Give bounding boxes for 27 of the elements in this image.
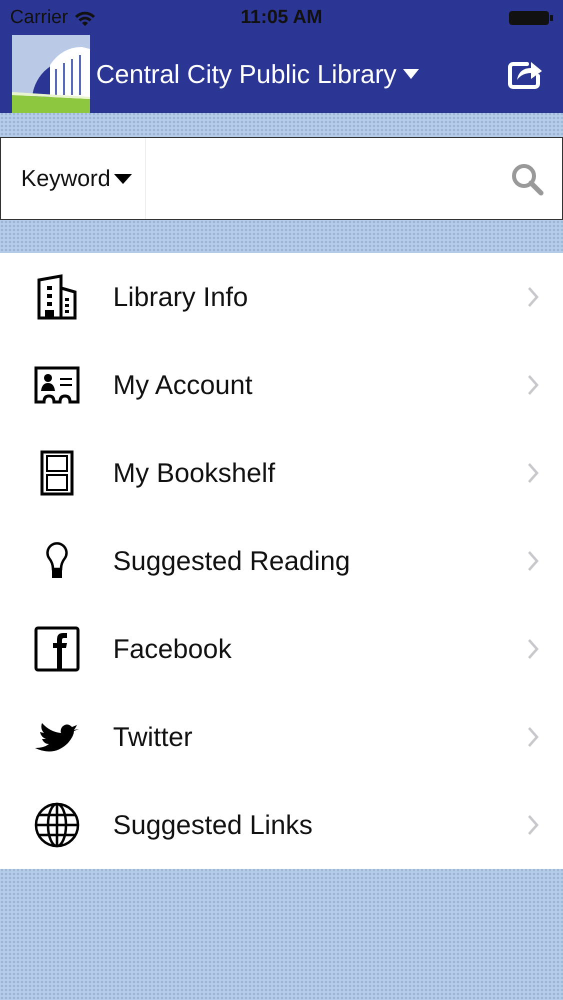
id-card-icon xyxy=(34,366,80,404)
chevron-icon xyxy=(527,550,539,572)
chevron-icon xyxy=(527,462,539,484)
lightbulb-icon xyxy=(46,541,68,581)
chevron-icon xyxy=(527,726,539,748)
clock-time: 11:05 AM xyxy=(240,6,322,28)
dropdown-caret-icon[interactable] xyxy=(402,68,419,80)
building-icon xyxy=(36,274,78,320)
bird-icon xyxy=(34,721,80,753)
battery-icon xyxy=(509,10,553,26)
menu-item[interactable]: My Bookshelf xyxy=(0,429,563,517)
menu-item[interactable]: My Account xyxy=(0,341,563,429)
chevron-icon xyxy=(527,814,539,836)
menu-item[interactable]: Suggested Links xyxy=(0,781,563,869)
chevron-icon xyxy=(527,638,539,660)
chevron-icon xyxy=(527,286,539,308)
facebook-icon xyxy=(34,626,80,672)
carrier-name: Carrier xyxy=(10,6,68,28)
wifi-icon xyxy=(74,10,96,26)
menu-item[interactable]: Facebook xyxy=(0,605,563,693)
menu-item[interactable]: Suggested Reading xyxy=(0,517,563,605)
menu-item[interactable]: Library Info xyxy=(0,253,563,341)
bookshelf-icon xyxy=(40,450,74,496)
chevron-icon xyxy=(527,374,539,396)
library-name[interactable]: Central City Public Library xyxy=(96,58,397,90)
menu-item[interactable]: Twitter xyxy=(0,693,563,781)
globe-icon xyxy=(34,802,80,848)
